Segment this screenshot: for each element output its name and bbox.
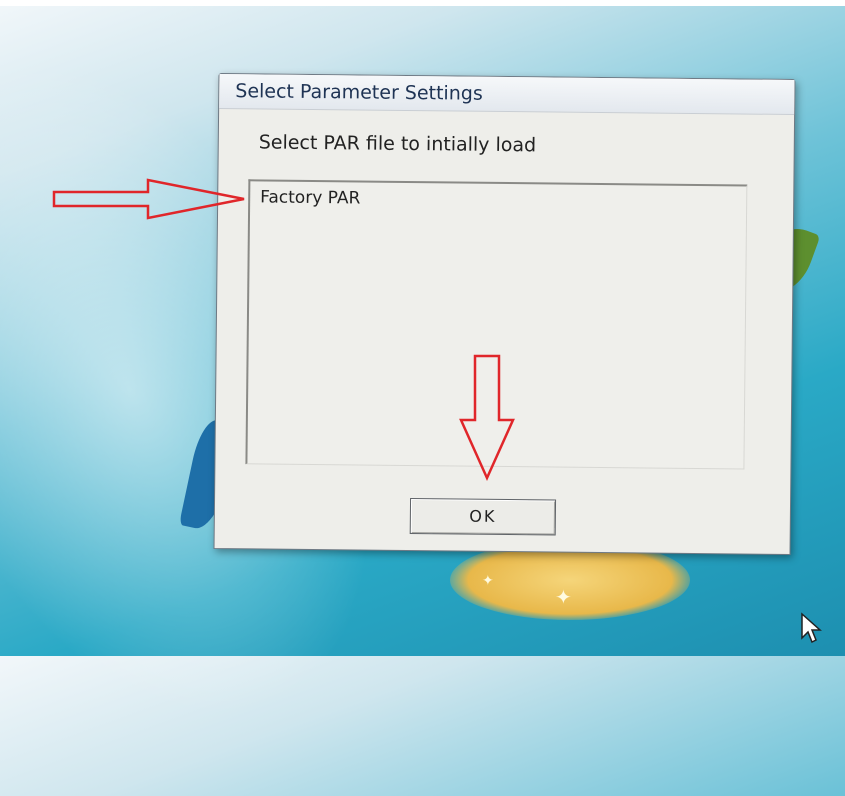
right-arrow-annotation: [52, 178, 245, 220]
ok-button[interactable]: OK: [409, 498, 557, 536]
dialog-title: Select Parameter Settings: [219, 74, 795, 116]
dialog-prompt: Select PAR file to intially load: [258, 131, 537, 157]
select-parameter-dialog: Select Parameter Settings Select PAR fil…: [213, 72, 796, 556]
mouse-cursor-icon: [801, 612, 822, 644]
down-arrow-annotation: [459, 354, 515, 482]
wallpaper-sparkle: ✦: [482, 572, 494, 588]
wallpaper-sparkle: ✦: [555, 587, 572, 609]
list-item-factory-par[interactable]: Factory PAR: [260, 187, 360, 208]
